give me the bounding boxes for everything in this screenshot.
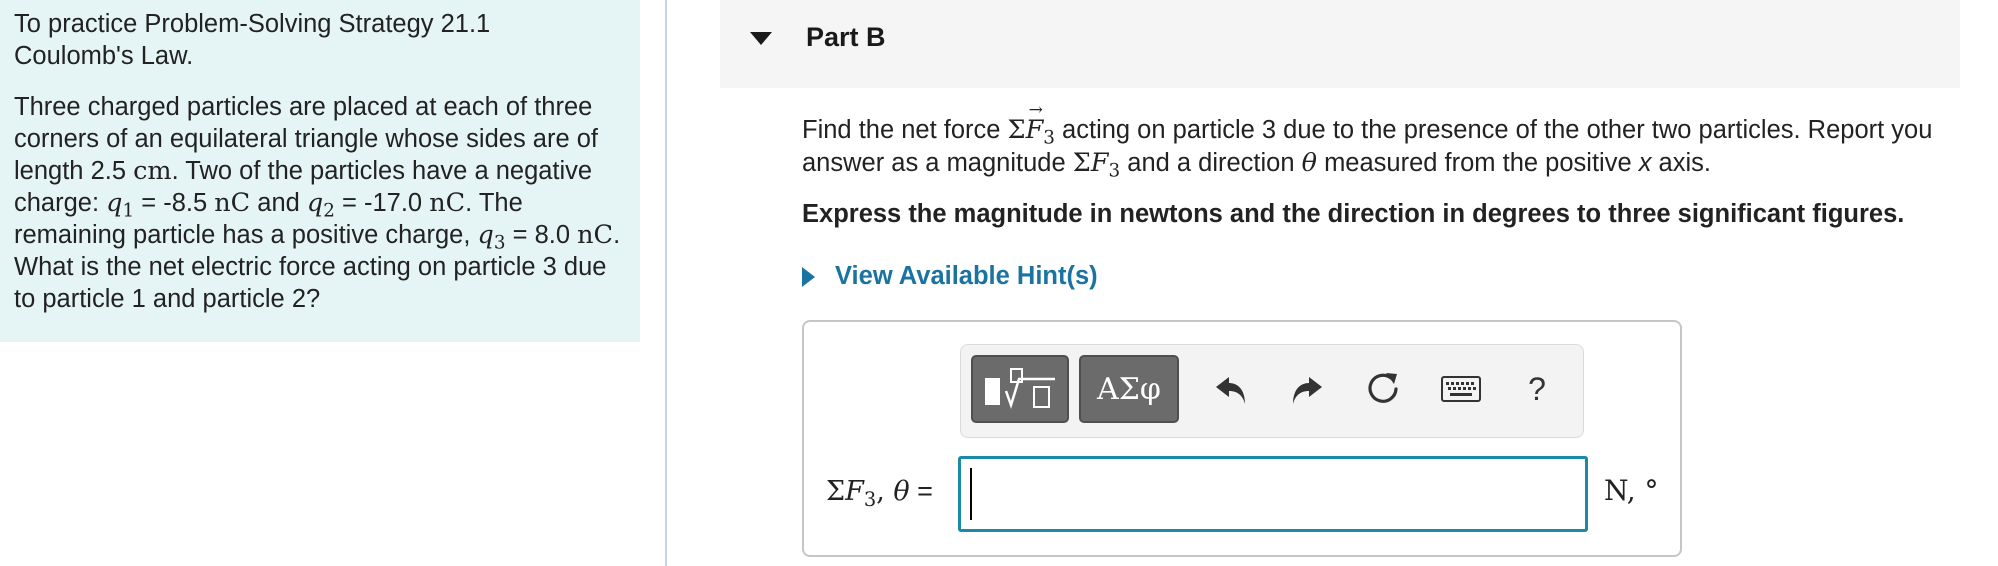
column-divider — [665, 0, 667, 566]
undo-button[interactable] — [1201, 359, 1261, 419]
q1-symbol: q — [106, 188, 123, 218]
q1-subscript: 1 — [122, 200, 135, 222]
intro-heading-line2: Coulomb's Law. — [14, 42, 194, 70]
vector-arrow: → — [1028, 100, 1043, 120]
redo-icon — [1293, 377, 1322, 404]
q3-value: = 8.0 — [505, 221, 578, 249]
question-text-segment: and a direction — [1120, 149, 1302, 177]
side-length-value: 2.5 — [90, 157, 127, 185]
help-label: ? — [1528, 370, 1546, 407]
q2-value: = -17.0 — [334, 189, 430, 217]
text-cursor — [970, 468, 972, 520]
x-axis-symbol: x — [1638, 149, 1652, 177]
templates-button[interactable] — [971, 355, 1069, 423]
view-hints-link[interactable]: View Available Hint(s) — [802, 262, 1098, 291]
intro-heading-line1: To practice Problem-Solving Strategy 21.… — [14, 10, 491, 38]
question-text-segment: measured from the positive — [1316, 149, 1639, 177]
answer-input[interactable] — [958, 456, 1588, 532]
label-separator: , — [876, 476, 894, 507]
question-text-segment: axis. — [1651, 149, 1711, 177]
sum-symbol: Σ — [1007, 115, 1026, 145]
view-hints-label[interactable]: View Available Hint(s) — [835, 262, 1098, 291]
intro-text: and — [250, 189, 307, 217]
units-label: N, ° — [1604, 474, 1659, 507]
greek-symbols-label: ΑΣφ — [1097, 371, 1161, 407]
reset-button[interactable] — [1353, 359, 1413, 419]
q3-symbol: q — [477, 220, 494, 250]
q3-subscript: 3 — [493, 232, 506, 254]
help-button[interactable]: ? — [1507, 359, 1567, 419]
math-toolbar: ΑΣφ ? — [960, 344, 1584, 438]
greek-symbols-button[interactable]: ΑΣφ — [1079, 355, 1179, 423]
sum-symbol: Σ — [826, 476, 846, 507]
q3-unit: nC — [577, 220, 614, 250]
intro-panel: To practice Problem-Solving Strategy 21.… — [0, 0, 640, 342]
theta-symbol: θ — [893, 476, 910, 507]
keyboard-icon — [1441, 376, 1481, 402]
magnitude-symbol: ΣF3 — [1072, 148, 1120, 180]
keyboard-button[interactable] — [1431, 359, 1491, 419]
q2-subscript: 2 — [323, 200, 335, 222]
force-symbol: F — [845, 476, 864, 507]
net-force-symbol: ΣF → 3 — [1007, 100, 1055, 147]
intro-body: Three charged particles are placed at ea… — [14, 91, 626, 315]
intro-heading: To practice Problem-Solving Strategy 21.… — [14, 8, 626, 72]
equals-sign: = — [909, 476, 933, 506]
answer-label: ΣF3, θ = — [826, 476, 933, 509]
part-title: Part B — [806, 22, 886, 52]
undo-icon — [1216, 377, 1245, 404]
templates-icon — [985, 368, 1055, 409]
question-text: Find the net force ΣF → 3 acting on partic… — [802, 100, 1952, 180]
force-symbol: F — [1090, 148, 1109, 178]
theta-symbol: θ — [1301, 148, 1317, 178]
force-subscript: 3 — [863, 487, 877, 511]
part-header[interactable]: Part B — [720, 0, 1960, 88]
side-length-unit: cm — [133, 156, 172, 186]
force-subscript: 3 — [1108, 160, 1121, 182]
sum-symbol: Σ — [1072, 148, 1091, 178]
answer-instruction: Express the magnitude in newtons and the… — [802, 200, 1905, 228]
reset-icon — [1368, 373, 1398, 403]
triangle-down-icon[interactable] — [750, 32, 772, 45]
force-subscript: 3 — [1043, 127, 1055, 149]
redo-button[interactable] — [1277, 359, 1337, 419]
question-text-segment: Find the net force — [802, 116, 1008, 144]
q1-unit: nC — [214, 188, 251, 218]
q2-symbol: q — [306, 188, 324, 218]
triangle-right-icon[interactable] — [802, 266, 815, 287]
q2-unit: nC — [429, 188, 466, 218]
answer-box: ΑΣφ ? ΣF3, θ = N, ° — [802, 320, 1682, 557]
q1-value: = -8.5 — [134, 189, 215, 217]
